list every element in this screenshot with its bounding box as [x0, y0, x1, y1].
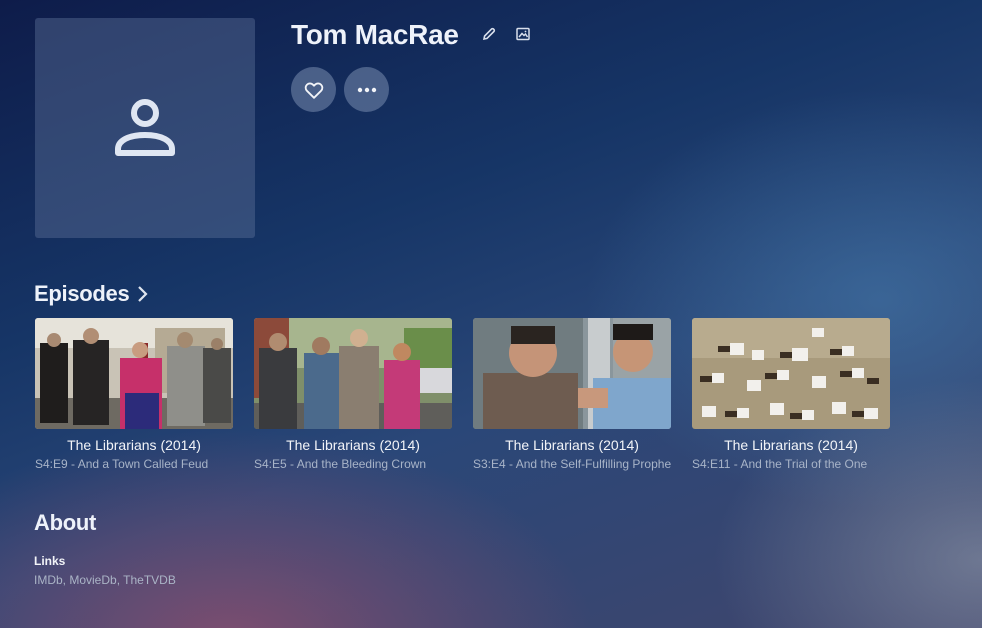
chevron-right-icon — [138, 286, 148, 302]
episode-series-title: The Librarians (2014) — [286, 437, 420, 453]
external-links: IMDb, MovieDb, TheTVDB — [34, 573, 176, 587]
episode-card[interactable]: The Librarians (2014) S4:E5 - And the Bl… — [254, 318, 452, 472]
episode-subtitle: S4:E5 - And the Bleeding Crown — [254, 457, 427, 471]
link-moviedb[interactable]: MovieDb — [69, 573, 116, 587]
more-options-button[interactable] — [344, 67, 389, 112]
heart-icon — [304, 82, 323, 99]
image-icon[interactable] — [515, 26, 531, 42]
ellipsis-icon — [357, 87, 376, 92]
episodes-heading[interactable]: Episodes — [34, 281, 148, 307]
episodes-heading-label: Episodes — [34, 281, 130, 306]
episode-card[interactable]: The Librarians (2014) S3:E4 - And the Se… — [473, 318, 671, 472]
episode-series-title: The Librarians (2014) — [724, 437, 858, 453]
favorite-button[interactable] — [291, 67, 336, 112]
episode-thumbnail[interactable] — [35, 318, 233, 429]
links-label: Links — [34, 554, 66, 568]
person-poster[interactable] — [35, 18, 255, 238]
episode-subtitle: S4:E11 - And the Trial of the One — [692, 457, 868, 471]
episode-subtitle: S4:E9 - And a Town Called Feud — [35, 457, 209, 471]
link-thetvdb[interactable]: TheTVDB — [123, 573, 176, 587]
person-icon — [115, 99, 175, 156]
episode-series-title: The Librarians (2014) — [505, 437, 639, 453]
episode-thumbnail[interactable] — [473, 318, 671, 429]
link-imdb[interactable]: IMDb — [34, 573, 63, 587]
pencil-icon[interactable] — [481, 26, 497, 42]
person-name: Tom MacRae — [291, 19, 459, 50]
episode-thumbnail[interactable] — [692, 318, 890, 429]
episode-subtitle: S3:E4 - And the Self-Fulfilling Prophecy — [473, 457, 671, 471]
episode-series-title: The Librarians (2014) — [67, 437, 201, 453]
episode-thumbnail[interactable] — [254, 318, 452, 429]
episode-card[interactable]: The Librarians (2014) S4:E11 - And the T… — [692, 318, 890, 472]
about-heading: About — [34, 510, 97, 535]
episode-card[interactable]: The Librarians (2014) S4:E9 - And a Town… — [35, 318, 233, 472]
